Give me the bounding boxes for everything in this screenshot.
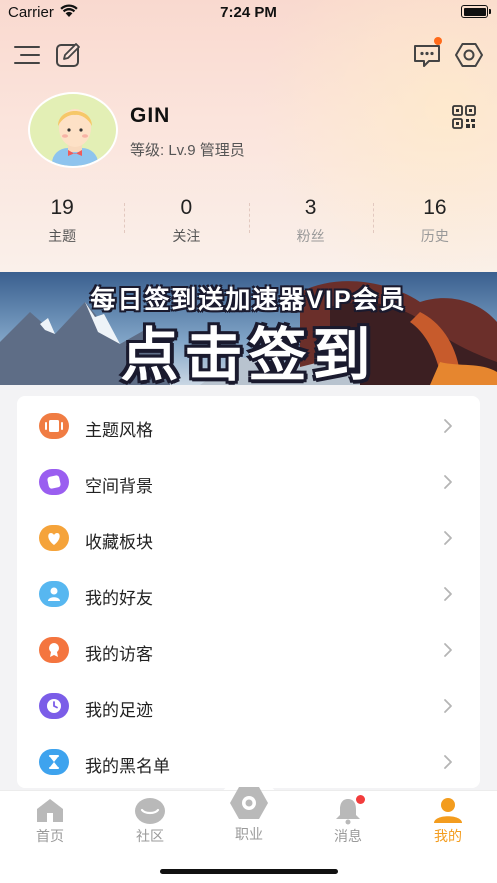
- friend-icon: [39, 581, 69, 607]
- menu-item-favorite-boards[interactable]: 收藏板块: [17, 511, 480, 563]
- stat-following[interactable]: 0 关注: [124, 193, 248, 249]
- username: GIN: [130, 104, 171, 127]
- profession-icon: [230, 787, 268, 819]
- tab-label: 我的: [434, 828, 462, 844]
- settings-icon[interactable]: [454, 40, 484, 70]
- stat-label: 粉丝: [296, 228, 325, 244]
- qr-code-icon[interactable]: [452, 105, 476, 129]
- avatar[interactable]: [28, 92, 118, 168]
- tab-mine[interactable]: 我的: [398, 791, 497, 851]
- menu-label: 主题风格: [85, 421, 153, 440]
- stat-label: 关注: [172, 228, 201, 244]
- tab-home[interactable]: 首页: [0, 791, 100, 851]
- tab-label: 职业: [235, 826, 263, 842]
- stat-value: 16: [423, 196, 447, 219]
- stat-value: 19: [50, 196, 74, 219]
- profile-stats: 19 主题 0 关注 3 粉丝 16 历史: [0, 193, 497, 249]
- stat-label: 历史: [420, 228, 449, 244]
- chevron-right-icon: [444, 699, 452, 713]
- stat-value: 0: [180, 196, 193, 219]
- tab-label: 社区: [136, 828, 164, 844]
- heart-icon: [39, 525, 69, 551]
- community-icon: [135, 798, 165, 824]
- menu-item-my-friends[interactable]: 我的好友: [17, 567, 480, 619]
- menu-item-theme-style[interactable]: 主题风格: [17, 399, 480, 451]
- menu-label: 空间背景: [85, 477, 153, 496]
- tab-label: 首页: [36, 828, 64, 844]
- banner-title: 点击签到: [120, 323, 377, 385]
- settings-menu: 主题风格 空间背景 收藏板块 我的好友 我的访客 我的足迹 我的黑名单: [17, 396, 480, 788]
- user-icon: [434, 798, 462, 823]
- menu-label: 我的黑名单: [85, 757, 170, 776]
- clock: 7:24 PM: [220, 4, 277, 21]
- message-badge: [434, 37, 442, 45]
- tab-messages[interactable]: 消息: [298, 791, 398, 851]
- edit-icon[interactable]: [54, 40, 84, 70]
- tab-community[interactable]: 社区: [100, 791, 200, 851]
- tab-label: 消息: [334, 828, 362, 844]
- background-icon: [39, 469, 69, 495]
- menu-icon[interactable]: [12, 40, 42, 70]
- checkin-banner[interactable]: 每日签到送加速器VIP会员 点击签到: [0, 272, 497, 385]
- stat-label: 主题: [48, 228, 77, 244]
- menu-label: 我的足迹: [85, 701, 153, 720]
- visitor-icon: [39, 637, 69, 663]
- theme-icon: [39, 413, 69, 439]
- menu-item-my-footprints[interactable]: 我的足迹: [17, 679, 480, 731]
- menu-item-my-visitors[interactable]: 我的访客: [17, 623, 480, 675]
- stat-followers[interactable]: 3 粉丝: [248, 193, 373, 249]
- home-indicator: [160, 869, 338, 874]
- tab-profession[interactable]: 职业: [199, 787, 299, 851]
- status-bar: Carrier 7:24 PM: [0, 0, 497, 24]
- hourglass-icon: [39, 749, 69, 775]
- stat-value: 3: [304, 196, 317, 219]
- battery-icon: [461, 5, 491, 18]
- chevron-right-icon: [444, 643, 452, 657]
- chevron-right-icon: [444, 755, 452, 769]
- chevron-right-icon: [444, 475, 452, 489]
- stat-history[interactable]: 16 历史: [372, 193, 497, 249]
- menu-label: 我的访客: [85, 645, 153, 664]
- menu-label: 我的好友: [85, 589, 153, 608]
- chevron-right-icon: [444, 531, 452, 545]
- menu-label: 收藏板块: [85, 533, 153, 552]
- user-level: 等级: Lv.9 管理员: [130, 142, 245, 159]
- messages-badge: [356, 795, 365, 804]
- stat-topics[interactable]: 19 主题: [0, 193, 124, 249]
- clock-icon: [39, 693, 69, 719]
- chevron-right-icon: [444, 587, 452, 601]
- menu-item-space-background[interactable]: 空间背景: [17, 455, 480, 507]
- chevron-right-icon: [444, 419, 452, 433]
- home-icon: [37, 799, 63, 822]
